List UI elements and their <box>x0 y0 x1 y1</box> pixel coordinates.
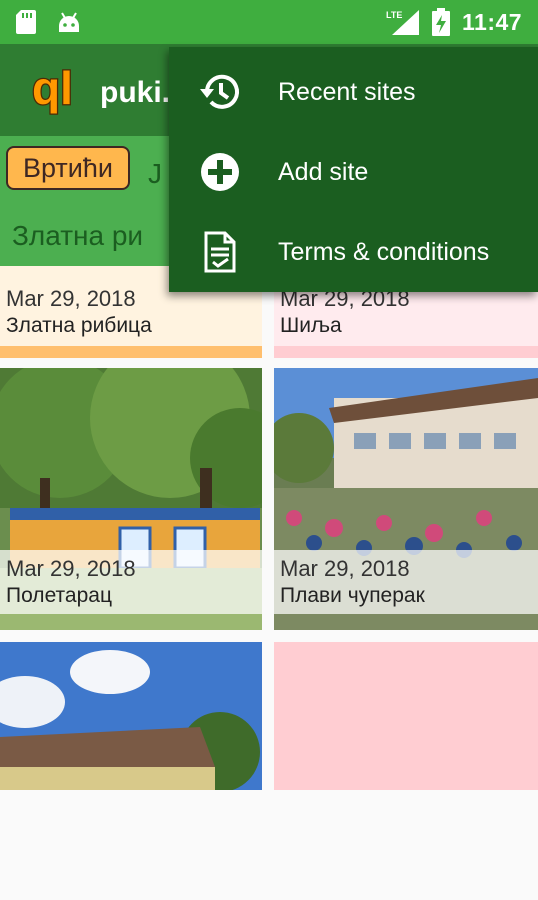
card-accent-strip <box>0 346 262 358</box>
kindergarten-photo <box>0 642 262 790</box>
category-chip[interactable]: J <box>148 158 162 190</box>
add-circle-icon <box>201 153 239 191</box>
card-title: Златна рибица <box>6 314 152 337</box>
card-caption: Mar 29, 2018 Плави чуперак <box>274 550 538 614</box>
network-type-label: LTE <box>386 10 402 20</box>
card-date: Mar 29, 2018 <box>6 286 136 311</box>
site-card[interactable]: Mar 29, 2018 Полетарац <box>0 368 262 630</box>
menu-item-label: Add site <box>278 158 369 186</box>
menu-item-recent-sites[interactable]: Recent sites <box>169 51 538 131</box>
status-bar: LTE 11:47 <box>0 0 538 44</box>
section-title[interactable]: Златна ри <box>12 220 143 252</box>
site-card[interactable] <box>274 642 538 790</box>
card-title: Шиља <box>280 314 342 337</box>
document-icon <box>204 231 236 273</box>
site-card[interactable]: Mar 29, 2018 Плави чуперак <box>274 368 538 630</box>
card-date: Mar 29, 2018 <box>280 556 410 581</box>
menu-item-terms[interactable]: Terms & conditions <box>169 211 538 291</box>
site-card[interactable] <box>0 642 262 790</box>
menu-item-label: Terms & conditions <box>278 238 490 266</box>
overflow-menu: Recent sites Add site Terms & conditions <box>169 47 538 292</box>
card-date: Mar 29, 2018 <box>6 556 136 581</box>
menu-item-add-site[interactable]: Add site <box>169 131 538 211</box>
menu-item-label: Recent sites <box>278 78 416 106</box>
category-chip-active[interactable]: Вртићи <box>6 146 130 190</box>
card-title: Полетарац <box>6 584 112 607</box>
card-title: Плави чуперак <box>280 584 425 607</box>
card-accent-strip <box>274 346 538 358</box>
clock: 11:47 <box>462 9 523 35</box>
card-caption: Mar 29, 2018 Полетарац <box>0 550 262 614</box>
android-icon <box>59 12 79 32</box>
history-icon <box>200 74 239 109</box>
app-name: puki. <box>100 76 171 109</box>
battery-charging-icon <box>432 8 450 36</box>
svg-text:ql: ql <box>32 62 73 114</box>
signal-icon: LTE <box>386 10 419 35</box>
app-logo: ql <box>32 61 74 116</box>
sd-card-icon <box>16 10 36 34</box>
